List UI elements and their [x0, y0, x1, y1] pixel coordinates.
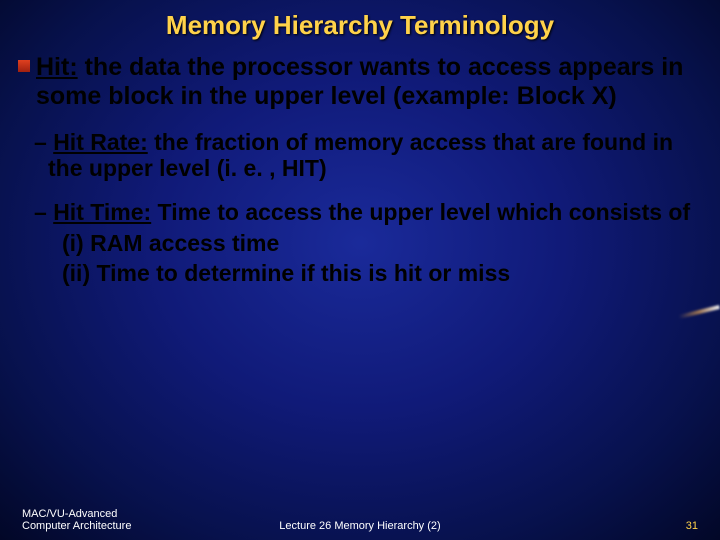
bullet-hit: Hit: the data the processor wants to acc…: [22, 53, 698, 111]
component-ii: (ii) Time to determine if this is hit or…: [22, 260, 698, 286]
term-hit-rate: Hit Rate:: [53, 129, 148, 155]
term-hit-time: Hit Time:: [53, 199, 151, 225]
slide-body: Hit: the data the processor wants to acc…: [0, 41, 720, 287]
bullet-hit-rate: – Hit Rate: the fraction of memory acces…: [22, 129, 698, 182]
dash-icon: –: [34, 199, 53, 225]
slide: Memory Hierarchy Terminology Hit: the da…: [0, 0, 720, 540]
def-hit: the data the processor wants to access a…: [36, 53, 683, 110]
bullet-hit-time: – Hit Time: Time to access the upper lev…: [22, 199, 698, 225]
square-bullet-icon: [18, 60, 30, 72]
footer: MAC/VU-Advanced Computer Architecture Le…: [0, 504, 720, 532]
def-hit-time: Time to access the upper level which con…: [151, 199, 690, 225]
slide-title: Memory Hierarchy Terminology: [0, 0, 720, 41]
footer-center: Lecture 26 Memory Hierarchy (2): [0, 520, 720, 532]
light-streak-icon: [678, 305, 720, 319]
footer-page-number: 31: [686, 520, 698, 532]
footer-left-line1: MAC/VU-Advanced: [22, 508, 131, 520]
dash-icon: –: [34, 129, 53, 155]
term-hit: Hit:: [36, 53, 78, 81]
component-i: (i) RAM access time: [22, 230, 698, 256]
